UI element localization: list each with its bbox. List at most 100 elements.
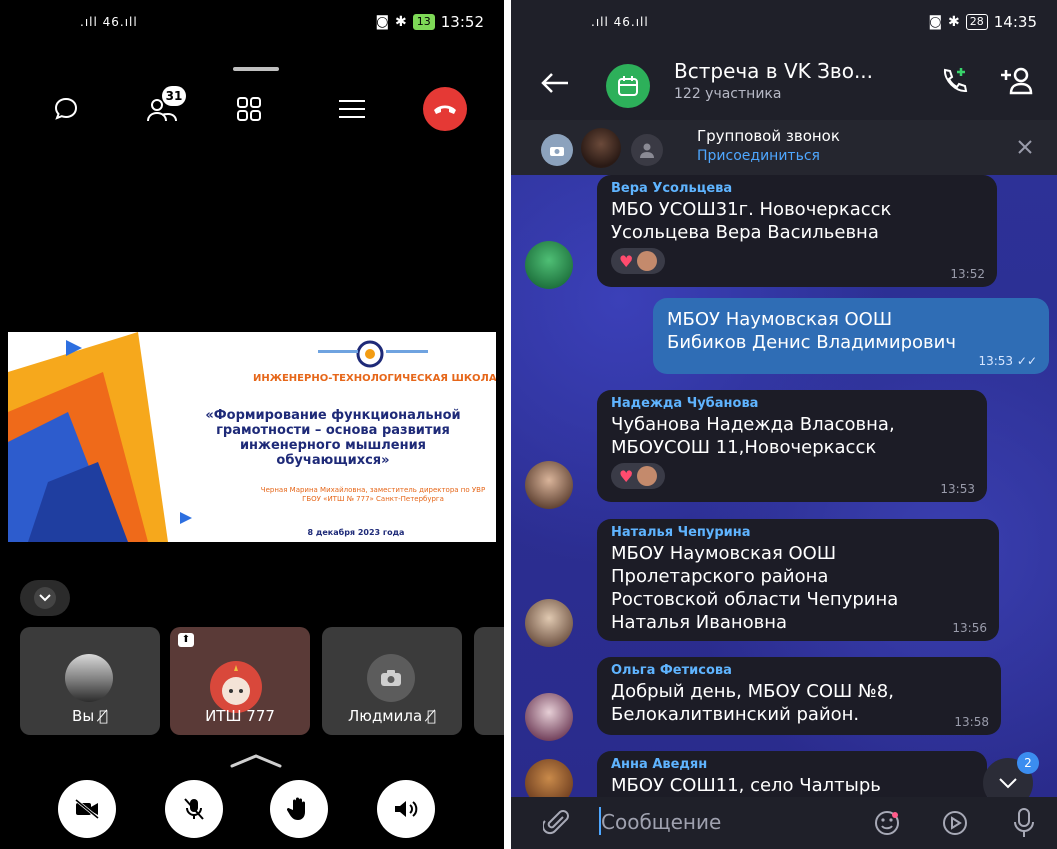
mic-off-icon	[184, 798, 204, 820]
calendar-icon	[618, 76, 638, 96]
participant-tile-more[interactable]	[474, 627, 504, 735]
chevron-down-icon	[39, 594, 51, 602]
sender-avatar[interactable]	[525, 693, 573, 741]
message-sender: Анна Аведян	[611, 757, 708, 772]
group-call-label: Групповой звонок	[697, 127, 840, 145]
emoji-icon[interactable]	[873, 809, 901, 837]
attach-icon[interactable]	[543, 809, 571, 837]
group-call-bar[interactable]: Групповой звонок Присоединиться	[511, 120, 1057, 175]
message-time: 13:53	[940, 482, 975, 496]
camera-icon	[550, 146, 564, 156]
microphone-icon[interactable]	[1011, 807, 1037, 839]
status-time: 14:35	[993, 13, 1037, 31]
status-bar: .ıll 46.ıll ◙ ✱ 13 13:52	[0, 0, 504, 44]
speaker-icon	[395, 801, 418, 817]
status-time: 13:52	[440, 13, 484, 31]
participant-tile-itsh777[interactable]: ⬆ ИТШ 777	[170, 627, 310, 735]
nfc-icon: ◙	[375, 14, 390, 30]
participants-count-badge: 31	[162, 86, 186, 106]
shared-presentation-slide: ИНЖЕНЕРНО-ТЕХНОЛОГИЧЕСКАЯ ШКОЛА # 777 «Ф…	[8, 332, 496, 542]
message-list[interactable]: Вера Усольцева МБО УСОШ31г. Новочеркасск…	[511, 175, 1057, 797]
chat-member-count: 122 участника	[674, 86, 782, 102]
chevron-down-icon	[999, 778, 1017, 789]
message-text: Добрый день, МБОУ СОШ №8, Белокалитвинск…	[611, 681, 894, 725]
sender-avatar[interactable]	[525, 759, 573, 797]
status-bar: .ıll 46.ıll ◙ ✱ 28 14:35	[511, 0, 1057, 44]
message-bubble-outgoing[interactable]: МБОУ Наумовская ООШ Бибиков Денис Владим…	[653, 298, 1049, 374]
participant-tile-you[interactable]: Вы 🎙̸	[20, 627, 160, 735]
avatar	[367, 654, 415, 702]
mic-off-icon: 🎙̸	[426, 707, 436, 725]
message-time: 13:53 ✓✓	[978, 354, 1037, 368]
camera-toggle-button[interactable]	[58, 780, 116, 838]
message-bubble[interactable]: Ольга Фетисова Добрый день, МБОУ СОШ №8,…	[597, 657, 1001, 735]
slide-author: Черная Марина Михайловна, заместитель ди…	[260, 486, 486, 503]
participant-tile-lyudmila[interactable]: Людмила 🎙̸	[322, 627, 462, 735]
message-sender: Вера Усольцева	[611, 181, 733, 196]
signal-indicator: .ıll 46.ıll	[80, 15, 138, 29]
collapse-tiles-button[interactable]	[20, 580, 70, 616]
add-call-icon[interactable]	[939, 66, 969, 96]
message-bubble[interactable]: Анна Аведян МБОУ СОШ11, село Чалтырь	[597, 751, 987, 797]
slide-school-name: ИНЖЕНЕРНО-ТЕХНОЛОГИЧЕСКАЯ ШКОЛА # 777	[253, 373, 496, 384]
add-member-icon[interactable]	[999, 66, 1033, 96]
read-checkmarks-icon: ✓✓	[1016, 354, 1037, 368]
message-composer: Сообщение	[511, 797, 1057, 849]
call-participant-avatar	[631, 134, 663, 166]
person-icon	[640, 143, 654, 158]
message-reaction[interactable]: ♥	[611, 248, 666, 274]
end-call-button[interactable]	[423, 87, 467, 131]
expand-controls-icon[interactable]	[230, 754, 282, 768]
message-reaction[interactable]: ♥	[611, 463, 666, 489]
join-call-link[interactable]: Присоединиться	[697, 148, 820, 164]
sender-avatar[interactable]	[525, 599, 573, 647]
message-time: 13:52	[950, 267, 985, 281]
chat-title[interactable]: Встреча в VK Зво...	[674, 59, 873, 83]
message-text: МБОУ Наумовская ООШ Бибиков Денис Владим…	[667, 309, 956, 353]
hand-icon	[287, 797, 305, 820]
camera-off-icon	[75, 799, 99, 819]
speaker-button[interactable]	[377, 780, 435, 838]
message-sender: Наталья Чепурина	[611, 525, 751, 540]
participant-name: Вы 🎙̸	[72, 707, 108, 725]
message-bubble[interactable]: Наталья Чепурина МБОУ Наумовская ООШ Про…	[597, 519, 999, 641]
sender-avatar[interactable]	[525, 241, 573, 289]
message-sender: Надежда Чубанова	[611, 396, 759, 411]
chat-screen: .ıll 46.ıll ◙ ✱ 28 14:35 Встреча в VK Зв…	[511, 0, 1057, 849]
bluetooth-icon: ✱	[395, 14, 407, 30]
battery-indicator: 13	[412, 14, 435, 30]
raise-hand-button[interactable]	[270, 780, 328, 838]
message-time: 13:58	[954, 715, 989, 729]
avatar	[210, 661, 262, 713]
message-sender: Ольга Фетисова	[611, 663, 732, 678]
message-bubble[interactable]: Вера Усольцева МБО УСОШ31г. Новочеркасск…	[597, 175, 997, 287]
chat-header: Встреча в VK Зво... 122 участника	[511, 44, 1057, 120]
camera-icon	[381, 670, 401, 686]
participants-button[interactable]: 31	[138, 85, 186, 133]
sender-avatar[interactable]	[525, 461, 573, 509]
avatar	[65, 654, 113, 702]
grid-view-icon[interactable]	[225, 85, 273, 133]
video-message-icon[interactable]	[941, 809, 969, 837]
call-toolbar: 31	[0, 85, 504, 135]
participant-name: Людмила 🎙̸	[348, 707, 436, 725]
bluetooth-icon: ✱	[948, 14, 960, 30]
participant-name: ИТШ 777	[205, 707, 275, 725]
back-arrow-icon[interactable]	[541, 72, 569, 94]
drag-handle[interactable]	[233, 67, 279, 71]
nfc-icon: ◙	[928, 14, 943, 30]
message-time: 13:56	[952, 621, 987, 635]
mic-toggle-button[interactable]	[165, 780, 223, 838]
message-bubble[interactable]: Надежда Чубанова Чубанова Надежда Власов…	[597, 390, 987, 502]
message-text: МБОУ Наумовская ООШ Пролетарского района…	[611, 543, 899, 633]
slide-date: 8 декабря 2023 года	[307, 528, 405, 537]
call-participant-avatar	[541, 134, 573, 166]
menu-icon[interactable]	[328, 85, 376, 133]
message-input[interactable]: Сообщение	[601, 810, 721, 834]
chat-icon[interactable]	[42, 85, 90, 133]
group-avatar[interactable]	[606, 64, 650, 108]
signal-indicator: .ıll 46.ıll	[591, 15, 649, 29]
reactor-avatar	[637, 466, 658, 486]
close-icon[interactable]	[1017, 139, 1033, 155]
heart-icon: ♥	[619, 251, 634, 271]
